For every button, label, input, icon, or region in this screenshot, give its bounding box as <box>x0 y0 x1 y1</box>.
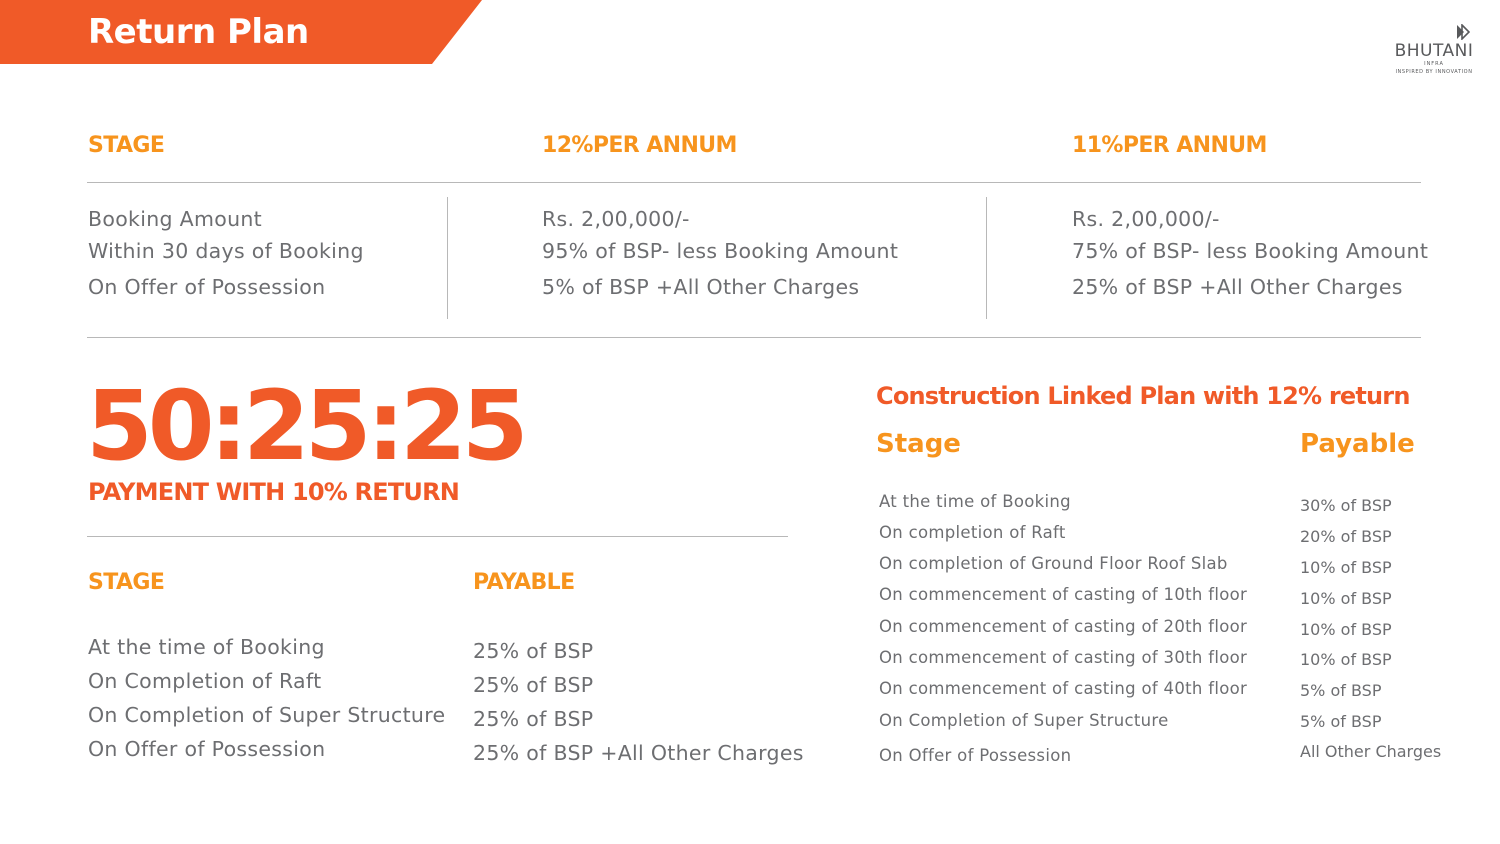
ratio-stage-super-structure: On Completion of Super Structure <box>88 703 446 727</box>
logo-tagline: INSPIRED BY INNOVATION <box>1395 69 1473 75</box>
top-table-bottom-rule <box>87 337 1421 338</box>
column-divider <box>447 197 448 319</box>
plan12-30-days: 95% of BSP- less Booking Amount <box>542 239 899 263</box>
ratio-payable-super-structure: 25% of BSP <box>473 707 594 731</box>
column-divider <box>986 197 987 319</box>
logo-sub: INFRA <box>1424 61 1444 67</box>
clp-header-stage: Stage <box>876 429 961 459</box>
clp-stage: On commencement of casting of 10th floor <box>879 585 1248 604</box>
ratio-stage-booking: At the time of Booking <box>88 635 325 659</box>
top-stage-30-days: Within 30 days of Booking <box>88 239 364 263</box>
ratio-stage-possession: On Offer of Possession <box>88 737 326 761</box>
top-stage-possession: On Offer of Possession <box>88 275 326 299</box>
top-table-rule <box>87 182 1421 183</box>
ratio-payable-booking: 25% of BSP <box>473 639 594 663</box>
plan11-possession: 25% of BSP +All Other Charges <box>1072 275 1403 299</box>
bhutani-mark-icon <box>1457 24 1470 40</box>
plan12-possession: 5% of BSP +All Other Charges <box>542 275 860 299</box>
clp-payable: 10% of BSP <box>1300 620 1392 639</box>
clp-payable: 10% of BSP <box>1300 558 1392 577</box>
clp-stage: On Offer of Possession <box>879 746 1072 765</box>
clp-payable: 5% of BSP <box>1300 681 1382 700</box>
clp-title: Construction Linked Plan with 12% return <box>876 382 1410 410</box>
plan12-booking: Rs. 2,00,000/- <box>542 207 690 231</box>
ratio-caption: PAYMENT WITH 10% RETURN <box>88 478 460 506</box>
ratio-payable-possession: 25% of BSP +All Other Charges <box>473 741 804 765</box>
clp-payable: 20% of BSP <box>1300 527 1392 546</box>
ratio-payable-raft: 25% of BSP <box>473 673 594 697</box>
ratio-header-stage: STAGE <box>88 570 165 595</box>
ratio-stage-raft: On Completion of Raft <box>88 669 322 693</box>
clp-header-payable: Payable <box>1300 429 1415 459</box>
logo-name: BHUTANI <box>1394 41 1474 61</box>
page-title: Return Plan <box>88 12 309 52</box>
clp-stage: On completion of Raft <box>879 523 1066 542</box>
clp-payable: All Other Charges <box>1300 742 1442 761</box>
ratio-header-payable: PAYABLE <box>473 570 575 595</box>
plan11-30-days: 75% of BSP- less Booking Amount <box>1072 239 1429 263</box>
plan11-booking: Rs. 2,00,000/- <box>1072 207 1220 231</box>
clp-payable: 10% of BSP <box>1300 589 1392 608</box>
clp-payable: 10% of BSP <box>1300 650 1392 669</box>
top-header-12-percent: 12%PER ANNUM <box>542 133 737 158</box>
clp-stage: On commencement of casting of 30th floor <box>879 648 1248 667</box>
clp-stage: At the time of Booking <box>879 492 1071 511</box>
company-logo: BHUTANI INFRA INSPIRED BY INNOVATION <box>1388 24 1480 75</box>
ratio-rule <box>87 536 788 537</box>
top-stage-booking: Booking Amount <box>88 207 262 231</box>
clp-payable: 5% of BSP <box>1300 712 1382 731</box>
clp-stage: On completion of Ground Floor Roof Slab <box>879 554 1228 573</box>
top-header-11-percent: 11%PER ANNUM <box>1072 133 1267 158</box>
ratio-heading: 50:25:25 <box>86 370 529 482</box>
clp-stage: On commencement of casting of 20th floor <box>879 617 1248 636</box>
clp-stage: On Completion of Super Structure <box>879 711 1169 730</box>
top-header-stage: STAGE <box>88 133 165 158</box>
clp-payable: 30% of BSP <box>1300 496 1392 515</box>
clp-stage: On commencement of casting of 40th floor <box>879 679 1248 698</box>
